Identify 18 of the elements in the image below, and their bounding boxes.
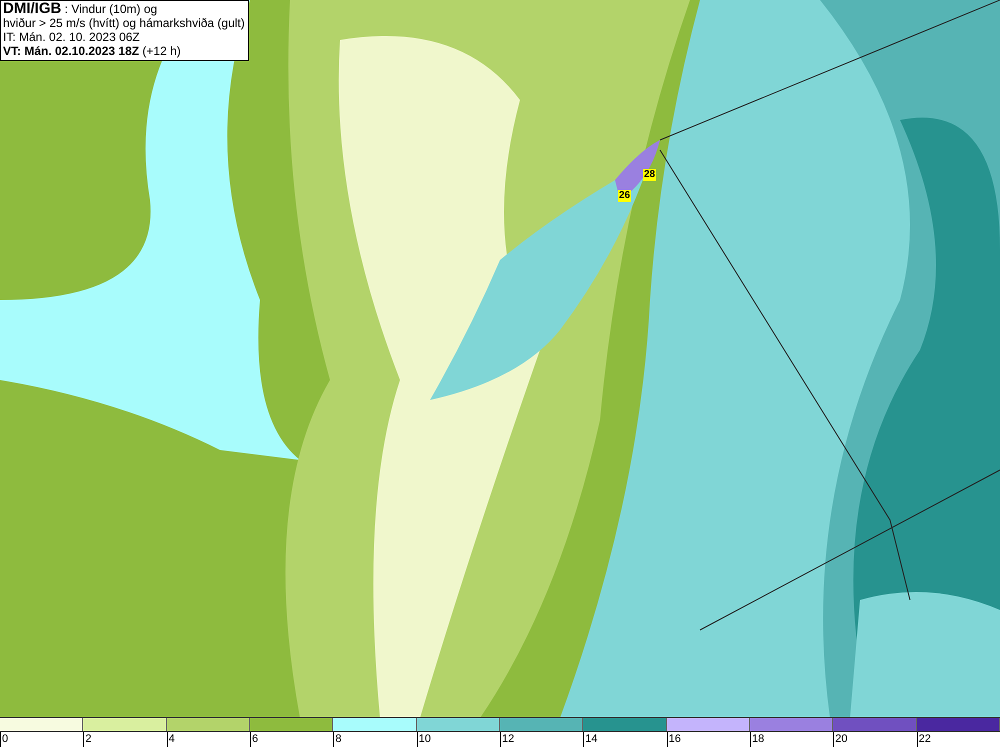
- title-line: DMI/IGB : Vindur (10m) og: [3, 2, 158, 16]
- legend-label: 18: [752, 733, 764, 746]
- legend-label: 20: [835, 733, 848, 746]
- gust-label: 26: [618, 190, 632, 202]
- title-line: IT: Mán. 02. 10. 2023 06Z: [3, 30, 141, 44]
- legend-label: 22: [918, 733, 931, 746]
- legend-label: 16: [668, 733, 681, 746]
- legend-label: 10: [418, 733, 431, 746]
- legend-label: 12: [502, 733, 514, 746]
- title-line: hviður > 25 m/s (hvítt) og hámarkshviða (gult): [3, 16, 245, 30]
- legend-label: 2: [85, 733, 92, 746]
- legend-label: 14: [585, 733, 598, 746]
- gust-label: 28: [643, 169, 656, 181]
- legend-label: 0: [2, 733, 8, 746]
- legend-label: 8: [335, 733, 342, 746]
- title-line: VT: Mán. 02.10.2023 18Z (+12 h): [3, 44, 182, 58]
- legend-label: 4: [168, 733, 175, 746]
- legend-label: 6: [252, 733, 258, 746]
